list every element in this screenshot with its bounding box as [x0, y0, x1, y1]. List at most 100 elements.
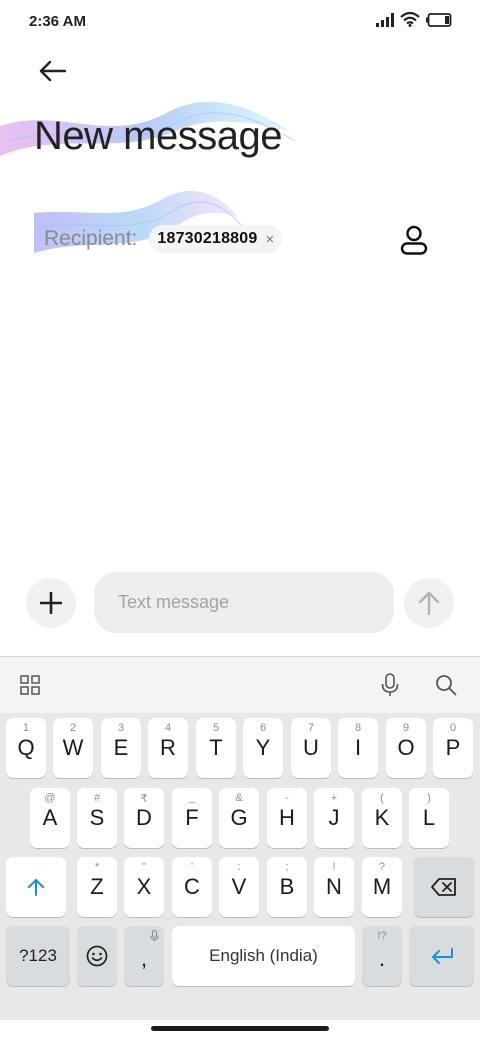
status-time: 2:36 AM [29, 13, 86, 30]
key-r[interactable]: 4R [148, 718, 188, 778]
enter-icon [431, 948, 453, 964]
key-label: Z [90, 874, 104, 899]
home-indicator[interactable] [151, 1026, 329, 1031]
key-d[interactable]: ₹ D [124, 788, 164, 848]
period-key-hint: !? [377, 930, 387, 942]
key-y[interactable]: 6Y [243, 718, 283, 778]
key-label: E [113, 735, 129, 760]
enter-key[interactable] [409, 926, 474, 986]
keyboard-search-button[interactable] [430, 669, 462, 701]
key-k[interactable]: (K [362, 788, 402, 848]
key-h[interactable]: -H [267, 788, 307, 848]
key-a[interactable]: @ A [30, 788, 70, 848]
key-p[interactable]: 0P [433, 718, 473, 778]
shift-key[interactable] [6, 857, 66, 917]
key-l[interactable]: ) L [409, 788, 449, 848]
recipient-chip-number: 18730218809 [157, 230, 258, 247]
key-m[interactable]: ? M [362, 857, 402, 917]
battery-icon [426, 12, 452, 32]
key-i[interactable]: 8I [338, 718, 378, 778]
key-label: G [230, 805, 248, 830]
key-label: B [279, 874, 295, 899]
key-label: C [184, 874, 200, 899]
key-b[interactable]: ; B [267, 857, 307, 917]
recipient-label: Recipient: [44, 227, 138, 250]
key-hint: ₹ [140, 793, 148, 805]
key-g[interactable]: & G [219, 788, 259, 848]
key-c[interactable]: ' C [172, 857, 212, 917]
key-label: D [136, 805, 152, 830]
attach-button[interactable] [26, 578, 76, 628]
key-hint: ! [332, 861, 336, 873]
key-label: N [326, 874, 342, 899]
microphone-icon [150, 930, 159, 942]
plus-icon [40, 592, 62, 614]
space-key-label: English (India) [209, 946, 318, 965]
grid-icon [20, 675, 40, 695]
key-hint: @ [44, 792, 56, 804]
key-hint: 5 [212, 722, 220, 734]
key-hint: 0 [449, 722, 457, 734]
key-hint: + [330, 792, 338, 804]
symbols-key[interactable]: ?123 [6, 926, 70, 986]
key-label: I [354, 735, 362, 760]
emoji-icon [86, 945, 108, 967]
chip-remove-icon[interactable]: × [265, 231, 274, 248]
key-label: O [397, 735, 415, 760]
emoji-key[interactable] [77, 926, 117, 986]
key-x[interactable]: " X [124, 857, 164, 917]
key-o[interactable]: 9O [386, 718, 426, 778]
key-u[interactable]: 7U [291, 718, 331, 778]
key-t[interactable]: 5T [196, 718, 236, 778]
status-bar: 2:36 AM [0, 0, 480, 44]
key-hint: 8 [354, 722, 362, 734]
key-f[interactable]: _ F [172, 788, 212, 848]
wifi-icon [400, 11, 420, 32]
comma-key[interactable]: , [124, 926, 164, 986]
key-s[interactable]: # S [77, 788, 117, 848]
key-hint: " [142, 861, 146, 873]
backspace-key[interactable] [414, 857, 474, 917]
key-hint: _ [188, 792, 196, 804]
key-label: A [42, 805, 58, 830]
voice-input-button[interactable] [374, 669, 406, 701]
back-button[interactable] [34, 54, 70, 88]
key-e[interactable]: 3E [101, 718, 141, 778]
search-icon [436, 675, 457, 696]
key-hint: ( [380, 792, 384, 804]
key-hint: 9 [402, 722, 410, 734]
key-label: L [422, 805, 436, 830]
key-n[interactable]: ! N [314, 857, 354, 917]
keyboard-menu-button[interactable] [14, 669, 46, 701]
period-key[interactable]: !? . [362, 926, 402, 986]
send-button[interactable] [404, 578, 454, 628]
key-hint: ; [285, 861, 289, 873]
key-q[interactable]: 1Q [6, 718, 46, 778]
key-label: S [89, 805, 105, 830]
key-z[interactable]: * Z [77, 857, 117, 917]
key-j[interactable]: + J [314, 788, 354, 848]
key-label: V [231, 874, 247, 899]
key-label: R [160, 735, 176, 760]
key-label: M [372, 874, 392, 899]
key-hint: 3 [117, 722, 125, 734]
key-label: U [303, 735, 319, 760]
contact-picker-button[interactable] [394, 222, 434, 258]
key-v[interactable]: :V [219, 857, 259, 917]
key-hint: ' [190, 861, 194, 873]
key-hint: 1 [22, 722, 30, 734]
space-key[interactable]: English (India) [172, 926, 355, 986]
key-hint: & [235, 792, 243, 804]
recipient-chip[interactable]: 18730218809 × [149, 225, 283, 253]
key-label: P [445, 735, 461, 760]
compose-bar [0, 572, 480, 634]
key-hint: * [94, 861, 100, 873]
key-label: J [328, 805, 340, 830]
signal-icon [376, 12, 394, 32]
key-hint: ) [427, 792, 431, 804]
key-w[interactable]: 2W [53, 718, 93, 778]
key-label: T [209, 735, 223, 760]
status-icons [376, 11, 452, 32]
key-hint: : [237, 861, 241, 873]
message-input[interactable] [94, 572, 394, 633]
